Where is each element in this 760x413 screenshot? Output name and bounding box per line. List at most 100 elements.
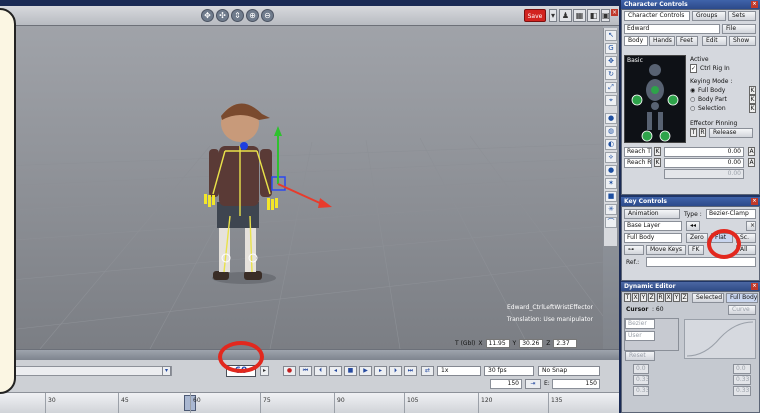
bezier-select[interactable]: Bezier [625,319,655,329]
wireframe-icon[interactable]: ◍ [605,126,617,137]
reach-r-key[interactable]: K [654,158,661,167]
previous-key-icon[interactable]: ⏴ [314,366,327,376]
go-to-end-icon[interactable]: ⏭ [404,366,417,376]
reach-t-key[interactable]: K [654,147,661,156]
camera-icon[interactable]: ■ [605,191,617,202]
pin-rotation-button[interactable]: R [699,128,706,137]
snap-icon[interactable]: ⌖ [605,95,617,106]
screen-icon[interactable]: ▣ [601,9,610,22]
layer-select[interactable]: Base Layer [624,221,682,231]
scale-icon[interactable]: ⤢ [605,82,617,93]
global-toggle-icon[interactable]: G [605,43,617,54]
full-body-key-button[interactable]: K [749,86,756,95]
scene-canvas[interactable] [0,26,603,349]
axis-t[interactable]: T [624,293,631,302]
layout-icon[interactable]: ▦ [573,9,586,22]
save-dropdown-icon[interactable]: ▾ [549,9,557,22]
y-value-field[interactable]: 30.26 [519,338,544,348]
key-mode-select[interactable]: Full Body [624,233,682,243]
rig-chest-effector[interactable] [651,86,659,94]
zoom-camera-icon[interactable]: ⊕ [246,9,259,22]
rig-right-wrist-effector[interactable] [667,94,679,106]
delete-layer-icon[interactable]: × [746,221,756,231]
play-icon[interactable]: ▶ [359,366,372,376]
rig-picker[interactable]: Basic [624,55,686,143]
animation-button[interactable]: Animation [624,209,680,219]
dyn-value-2[interactable]: 0.0 [733,364,751,374]
dyn-value-6[interactable]: 0.33 [733,386,751,396]
end-frame-field[interactable]: 150 [490,379,522,389]
timeline-ruler[interactable]: 30 45 60 75 90 105 120 135 [0,392,619,413]
show-menu[interactable]: Show [729,36,756,46]
tab-sets[interactable]: Sets [728,11,756,21]
pin-translation-button[interactable]: T [690,128,697,137]
axis-ry[interactable]: Y [673,293,680,302]
camera-view-icon[interactable]: ◧ [587,9,600,22]
selection-key-button[interactable]: K [749,104,756,113]
reach-t-value[interactable]: 0.00 [664,147,744,157]
tab-body[interactable]: Body [624,36,648,46]
axis-tx[interactable]: X [632,293,639,302]
effector-icon[interactable]: ✳ [605,204,617,215]
close-viewport-icon[interactable]: × [611,9,618,16]
go-to-start-icon[interactable]: ⏮ [299,366,312,376]
move-keys-button[interactable]: Move Keys [646,245,686,255]
tab-hands[interactable]: Hands [649,36,675,46]
step-forward-icon[interactable]: ▸ [374,366,387,376]
dyn-value-1[interactable]: 0.0 [633,364,649,374]
orbit-camera-icon[interactable]: ✥ [201,9,214,22]
selection-option[interactable]: ○ Selection K [690,104,758,113]
zoom-out-camera-icon[interactable]: ⊖ [261,9,274,22]
axis-ty[interactable]: Y [640,293,647,302]
dyn-value-5[interactable]: 0.33 [633,386,649,396]
dyn-value-3[interactable]: 0.33 [633,375,649,385]
dolly-camera-icon[interactable]: ⇕ [231,9,244,22]
neck-effector[interactable] [240,142,248,150]
rig-left-ankle-effector[interactable] [641,130,653,142]
curve-graph[interactable] [684,319,756,359]
type-select[interactable]: Bezier-Clamp [706,209,756,219]
playback-speed-select[interactable]: 1x [437,366,481,376]
reset-button[interactable]: Reset [625,351,655,361]
set-end-icon[interactable]: ⇥ [525,379,541,389]
tab-groups[interactable]: Groups [692,11,726,21]
next-key-icon[interactable]: ⏵ [389,366,402,376]
rotate-icon[interactable]: ↻ [605,69,617,80]
axis-rx[interactable]: X [665,293,672,302]
pose-icon[interactable]: ♟ [559,9,572,22]
end-value-field[interactable]: 150 [552,379,600,389]
close-key-controls-icon[interactable]: × [751,198,758,205]
ctrl-rig-checkbox[interactable]: ✓ [690,64,697,73]
select-arrow-icon[interactable]: ↖ [605,30,617,41]
reach-r-anim[interactable]: A [748,158,755,167]
frame-slider[interactable] [0,366,172,376]
close-character-controls-icon[interactable]: × [751,1,758,8]
close-dynamic-editor-icon[interactable]: × [751,283,758,290]
reach-t-anim[interactable]: A [748,147,755,156]
skeleton-display-icon[interactable]: ⟡ [605,152,617,163]
body-part-option[interactable]: ○ Body Part K [690,95,758,104]
ref-select[interactable] [646,257,756,267]
light-icon[interactable]: ✶ [605,178,617,189]
selected-button[interactable]: Selected [692,293,724,303]
loop-icon[interactable]: ⇄ [421,366,434,376]
curve-icon[interactable]: ⌒ [605,217,617,228]
dyn-value-4[interactable]: 0.33 [733,375,751,385]
curve-button[interactable]: Curve [728,305,756,315]
full-body-option[interactable]: ◉ Full Body K [690,86,758,95]
character-select[interactable]: Edward [624,24,720,34]
body-part-key-button[interactable]: K [749,95,756,104]
pan-camera-icon[interactable]: ✣ [216,9,229,22]
rig-left-wrist-effector[interactable] [631,94,643,106]
record-icon[interactable]: ● [283,366,296,376]
reach-r-value[interactable]: 0.00 [664,158,744,168]
tab-feet[interactable]: Feet [676,36,698,46]
rig-right-ankle-effector[interactable] [659,130,671,142]
key-icon[interactable]: ● [605,165,617,176]
snap-select[interactable]: No Snap [538,366,600,376]
key-filter-icon[interactable]: ⊶ [624,245,644,255]
z-value-field[interactable]: 2.37 [553,338,578,348]
full-body-button[interactable]: Full Body [726,293,758,303]
axis-rz[interactable]: Z [681,293,688,302]
x-value-field[interactable]: 11.95 [485,338,510,348]
